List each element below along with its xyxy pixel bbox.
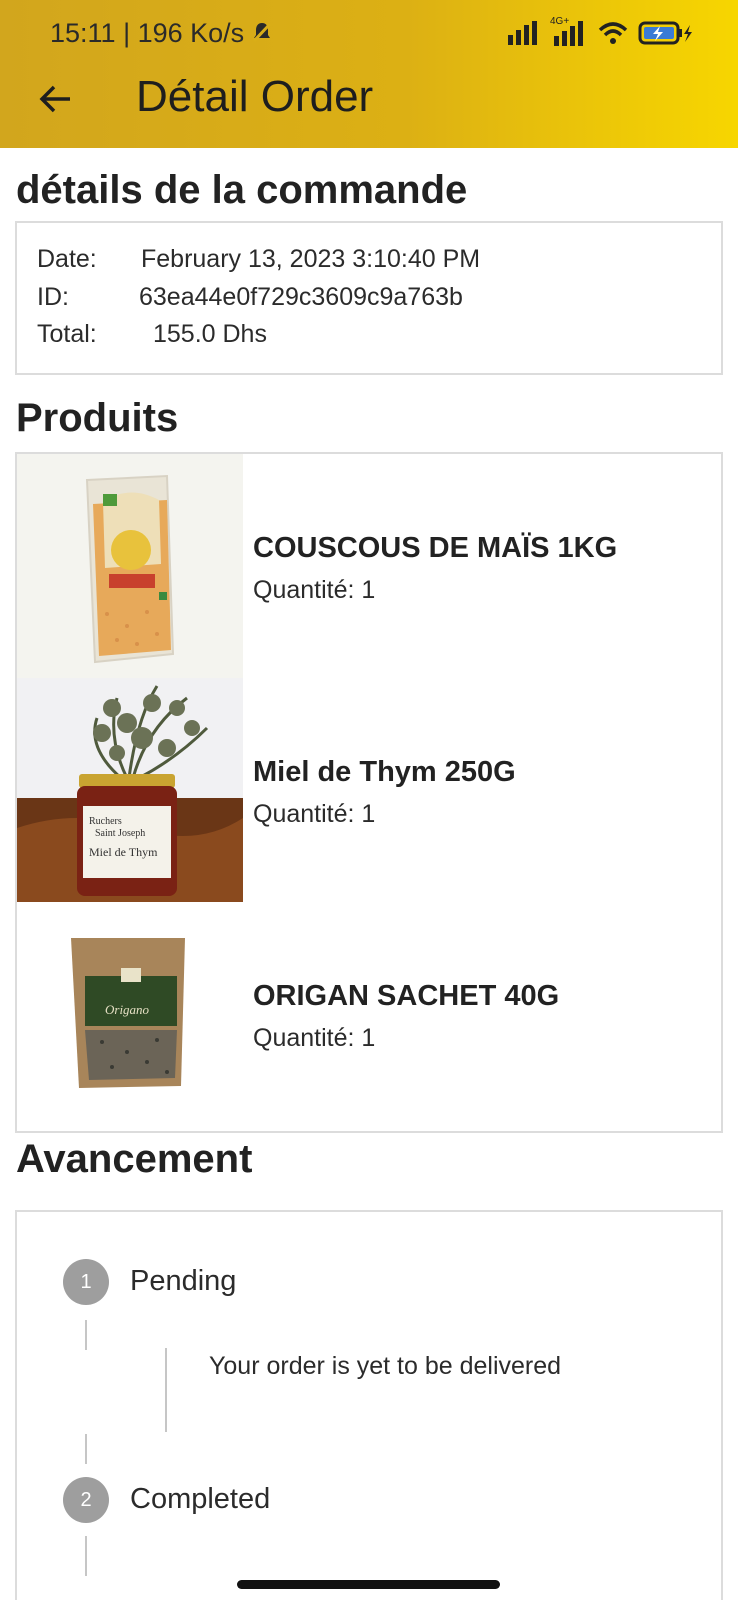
products-card: COUSCOUS DE MAÏS 1KG Quantité: 1 Ruchers… xyxy=(15,452,723,1133)
product-quantity: Quantité: 1 xyxy=(253,800,376,828)
product-item[interactable]: Ruchers Saint Joseph Miel de Thym Miel d… xyxy=(17,678,721,902)
product-image-origan: Origano xyxy=(17,902,243,1126)
step-content-line xyxy=(165,1348,167,1432)
order-date-row: Date: February 13, 2023 3:10:40 PM xyxy=(37,245,480,274)
product-name: Miel de Thym 250G xyxy=(253,756,516,788)
status-icons: 4G+ xyxy=(508,16,694,48)
arrow-left-icon xyxy=(39,85,70,113)
product-quantity: Quantité: 1 xyxy=(253,576,376,604)
order-details-card: Date: February 13, 2023 3:10:40 PM ID: 6… xyxy=(15,221,723,375)
product-item[interactable]: COUSCOUS DE MAÏS 1KG Quantité: 1 xyxy=(17,454,721,678)
jar-label-miel: Miel de Thym xyxy=(89,845,158,859)
battery-charging-icon xyxy=(638,21,692,45)
jar-label-saint-joseph: Saint Joseph xyxy=(95,828,145,839)
product-image-couscous xyxy=(17,454,243,678)
order-details-heading: détails de la commande xyxy=(16,168,468,212)
progress-heading: Avancement xyxy=(16,1137,253,1181)
order-total-row: Total: 155.0 Dhs xyxy=(37,320,267,349)
order-total-value: 155.0 Dhs xyxy=(153,320,267,348)
progress-card: 1 Pending Your order is yet to be delive… xyxy=(15,1210,723,1600)
product-name: ORIGAN SACHET 40G xyxy=(253,980,560,1012)
page-title: Détail Order xyxy=(136,72,374,121)
product-name: COUSCOUS DE MAÏS 1KG xyxy=(253,532,618,564)
signal-icon xyxy=(508,21,537,45)
product-item[interactable]: Origano ORIGAN SACHET 40G Quantité: 1 xyxy=(17,902,721,1126)
back-button[interactable] xyxy=(30,74,80,124)
step-connector-line xyxy=(85,1320,87,1350)
pack-label: Origano xyxy=(105,1002,150,1017)
status-time-text: 15:11 | 196 Ko/s xyxy=(50,18,245,48)
product-image-miel-thym: Ruchers Saint Joseph Miel de Thym xyxy=(17,678,243,902)
order-id-row: ID: 63ea44e0f729c3609c9a763b xyxy=(37,283,463,312)
order-date-label: Date: xyxy=(37,245,97,273)
step-number-badge: 2 xyxy=(63,1477,109,1523)
home-indicator[interactable] xyxy=(237,1580,500,1589)
step-number-badge: 1 xyxy=(63,1259,109,1305)
step-connector-line xyxy=(85,1536,87,1576)
step-connector-line xyxy=(85,1434,87,1464)
order-date-value: February 13, 2023 3:10:40 PM xyxy=(141,245,481,273)
order-id-label: ID: xyxy=(37,283,69,311)
order-total-label: Total: xyxy=(37,320,97,348)
order-id-value: 63ea44e0f729c3609c9a763b xyxy=(139,283,463,311)
app-bar: 15:11 | 196 Ko/s 4G+ Détail Order xyxy=(0,0,738,148)
wifi-icon xyxy=(598,22,628,44)
step-title: Completed xyxy=(130,1483,271,1515)
products-heading: Produits xyxy=(16,396,179,440)
step-content-text: Your order is yet to be delivered xyxy=(209,1352,562,1380)
signal-4g-icon: 4G+ xyxy=(548,16,588,46)
status-time: 15:11 | 196 Ko/s xyxy=(50,18,272,50)
step-title: Pending xyxy=(130,1265,237,1297)
product-quantity: Quantité: 1 xyxy=(253,1024,376,1052)
jar-label-ruchers: Ruchers xyxy=(89,816,122,827)
mute-bell-icon xyxy=(252,19,272,50)
